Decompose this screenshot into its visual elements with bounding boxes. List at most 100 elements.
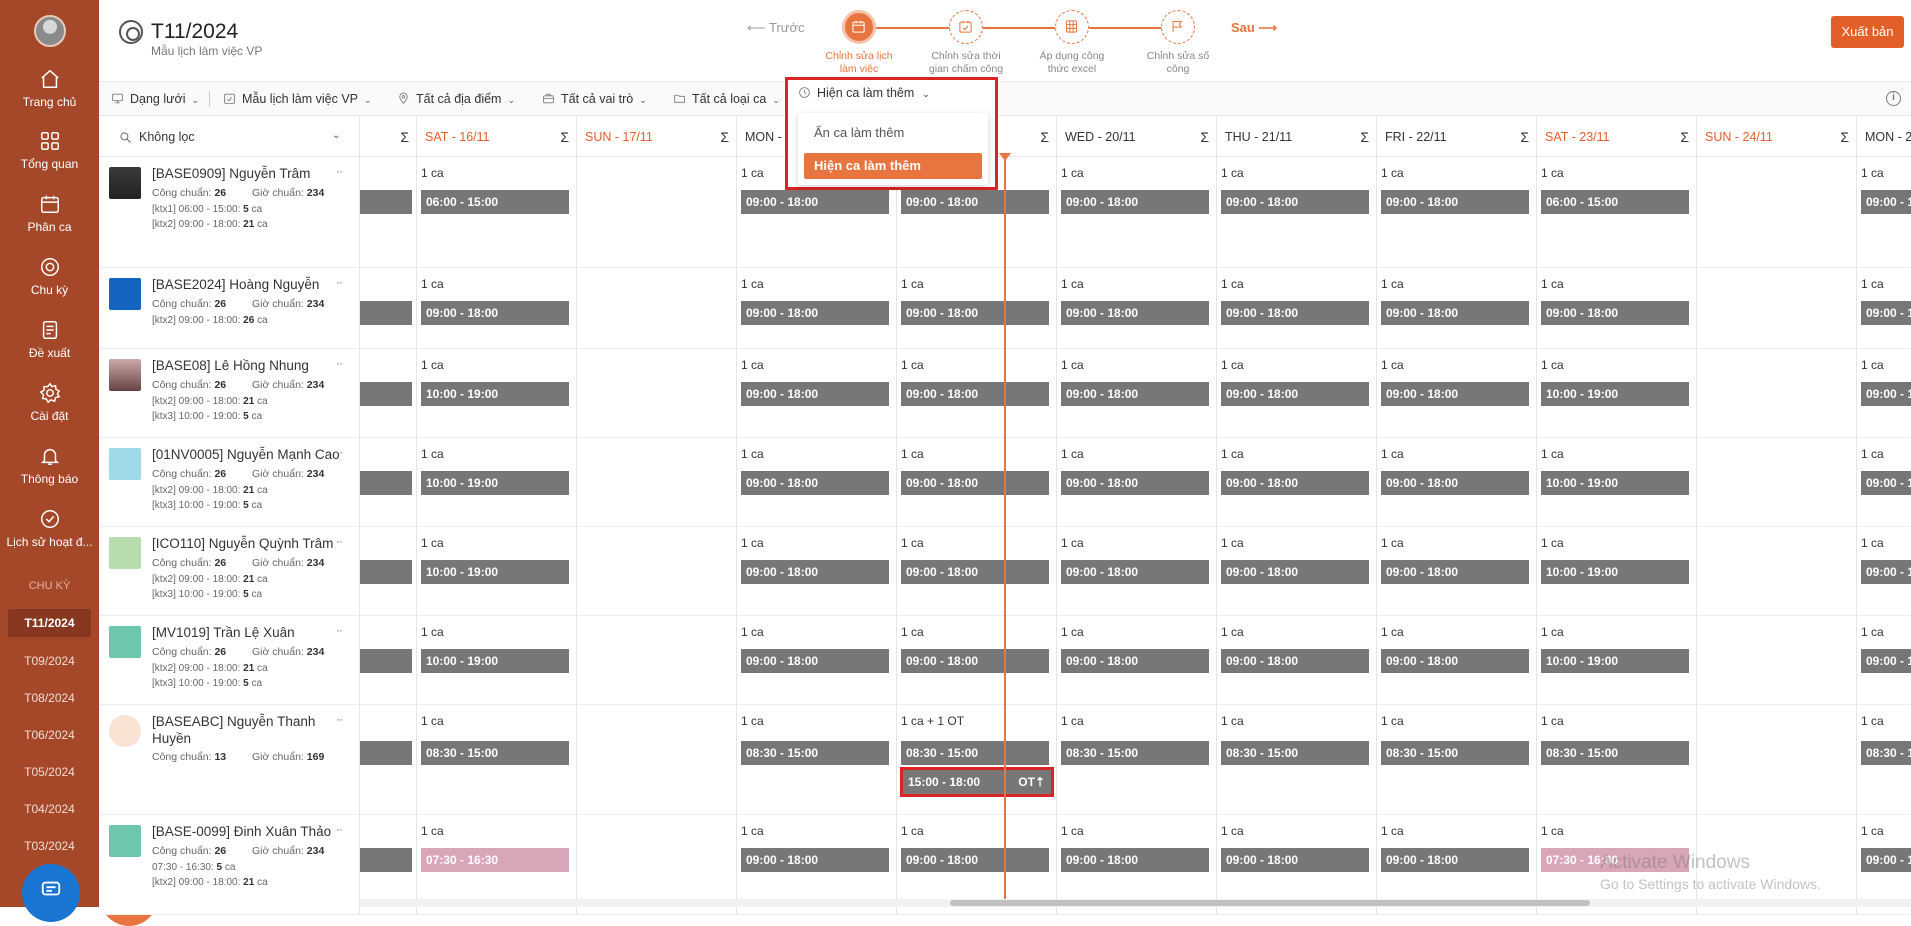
sidebar-item-activity-history[interactable]: Lịch sử hoạt đ... [0, 508, 99, 549]
shift-block[interactable] [360, 649, 412, 673]
schedule-cell[interactable] [359, 349, 416, 438]
schedule-cell[interactable]: 1 ca 09:00 - 18:00 [1856, 616, 1911, 705]
sum-icon[interactable]: Σ [400, 129, 409, 145]
employee-row[interactable]: [BASEABC] Nguyễn Thanh Huyền ·· Công chuẩn… [99, 705, 359, 815]
sidebar-item-requests[interactable]: Đề xuất [0, 319, 99, 360]
schedule-cell[interactable]: 1 ca 09:00 - 18:00 [1056, 157, 1216, 268]
shift-block[interactable]: 09:00 - 18:00 [1221, 471, 1369, 495]
shift-block[interactable]: 09:00 - 18:00 [901, 190, 1049, 214]
shift-block[interactable]: 09:00 - 18:00 [1221, 560, 1369, 584]
shift-block[interactable]: 09:00 - 18:00 [1061, 382, 1209, 406]
day-header[interactable]: MON - 25/11 [1856, 117, 1911, 157]
shift-block[interactable]: 09:00 - 18:00 [901, 471, 1049, 495]
schedule-cell[interactable]: 1 ca 08:30 - 15:00 [1376, 705, 1536, 815]
schedule-cell[interactable] [1696, 349, 1856, 438]
shift-block[interactable]: 09:00 - 18:00 [901, 649, 1049, 673]
step-apply-excel-formula[interactable]: Áp dụng công thức excel [1017, 10, 1127, 76]
prev-step-button[interactable]: ⟵ Trước [747, 20, 805, 36]
shift-block[interactable]: 09:00 - 18:00 [1381, 649, 1529, 673]
schedule-cell[interactable] [1696, 527, 1856, 616]
employee-name[interactable]: [ICO110] Nguyễn Quỳnh Trâm [152, 535, 352, 552]
shift-block[interactable]: 10:00 - 19:00 [1541, 471, 1689, 495]
shift-block[interactable]: 08:30 - 15:00 [1541, 741, 1689, 765]
shift-block[interactable]: 09:00 - 18:00 [1541, 301, 1689, 325]
schedule-cell[interactable] [1696, 157, 1856, 268]
shift-block[interactable]: 07:30 - 16:30 [421, 848, 569, 872]
horizontal-scrollbar[interactable] [360, 899, 1911, 907]
schedule-cell[interactable] [576, 268, 736, 349]
schedule-cell[interactable]: 1 ca 09:00 - 18:00 [1376, 268, 1536, 349]
day-header[interactable]: SUN - 24/11 Σ [1696, 117, 1856, 157]
overtime-shift-block[interactable]: 15:00 - 18:00 OT⇡ [900, 767, 1054, 797]
schedule-cell[interactable]: 1 ca 09:00 - 18:00 [736, 616, 896, 705]
schedule-cell[interactable] [576, 705, 736, 815]
period-item[interactable]: T05/2024 [0, 765, 99, 779]
shift-block[interactable]: 09:00 - 18:00 [1381, 560, 1529, 584]
shift-block[interactable]: 09:00 - 18:00 [1221, 848, 1369, 872]
employee-row[interactable]: [01NV0005] Nguyễn Mạnh Cao ·· Công chuẩn: … [99, 438, 359, 527]
shift-block[interactable]: 10:00 - 19:00 [421, 560, 569, 584]
period-item[interactable]: T09/2024 [0, 654, 99, 668]
schedule-cell[interactable]: 1 ca 10:00 - 19:00 [416, 616, 576, 705]
schedule-cell[interactable] [576, 616, 736, 705]
sidebar-item-home[interactable]: Trang chủ [0, 68, 99, 109]
shift-block[interactable]: 09:00 - 18:00 [1381, 301, 1529, 325]
shift-block[interactable] [360, 190, 412, 214]
role-dropdown[interactable]: Tất cả vai trò ⌄ [542, 82, 647, 116]
shift-block[interactable]: 09:00 - 18:00 [741, 382, 889, 406]
schedule-cell[interactable] [359, 616, 416, 705]
sidebar-item-shifts[interactable]: Phân ca [0, 193, 99, 234]
shift-block[interactable]: 08:30 - 15:00 [1061, 741, 1209, 765]
chat-button[interactable] [22, 864, 80, 922]
schedule-cell[interactable]: 1 ca 09:00 - 18:00 [1856, 527, 1911, 616]
sidebar-item-settings[interactable]: Cài đặt [0, 382, 99, 423]
schedule-cell[interactable]: 1 ca 09:00 - 18:00 [1056, 268, 1216, 349]
schedule-cell[interactable]: 1 ca 08:30 - 15:00 [736, 705, 896, 815]
shift-block[interactable]: 10:00 - 19:00 [1541, 649, 1689, 673]
shift-block[interactable] [360, 848, 412, 872]
shift-block[interactable]: 06:00 - 15:00 [1541, 190, 1689, 214]
overtime-dropdown[interactable]: Hiện ca làm thêm ⌄ [798, 86, 930, 100]
shift-block[interactable] [360, 301, 412, 325]
schedule-cell[interactable]: 1 ca 09:00 - 18:00 [736, 349, 896, 438]
period-item-active[interactable]: T11/2024 [8, 609, 91, 637]
schedule-cell[interactable] [1696, 705, 1856, 815]
shift-block[interactable]: 09:00 - 18:00 [741, 649, 889, 673]
shift-block[interactable]: 09:00 - 18:00 [901, 382, 1049, 406]
shift-block[interactable]: 09:00 - 18:00 [1381, 848, 1529, 872]
schedule-cell[interactable] [359, 705, 416, 815]
schedule-cell[interactable]: 1 ca 09:00 - 18:00 [1216, 438, 1376, 527]
sum-icon[interactable]: Σ [1200, 129, 1209, 145]
schedule-cell[interactable]: 1 ca 09:00 - 18:00 [416, 268, 576, 349]
day-header[interactable]: FRI - 22/11 Σ [1376, 117, 1536, 157]
location-dropdown[interactable]: Tất cả địa điểm ⌄ [397, 82, 515, 116]
more-icon[interactable]: ·· [336, 356, 343, 370]
schedule-cell[interactable]: 1 ca 09:00 - 18:00 [1376, 349, 1536, 438]
step-edit-workdays[interactable]: Chỉnh sửa số công [1123, 10, 1233, 76]
sum-icon[interactable]: Σ [1840, 129, 1849, 145]
publish-button[interactable]: Xuất bản [1831, 16, 1904, 48]
schedule-cell[interactable]: 1 ca 09:00 - 18:00 [1376, 616, 1536, 705]
shift-block[interactable]: 10:00 - 19:00 [1541, 382, 1689, 406]
shift-block[interactable]: 09:00 - 18:00 [901, 560, 1049, 584]
schedule-cell[interactable]: 1 ca 09:00 - 18:00 [896, 616, 1056, 705]
shift-type-dropdown[interactable]: Tất cả loại ca ⌄ [673, 82, 780, 116]
schedule-cell[interactable]: 1 ca 09:00 - 18:00 [1056, 349, 1216, 438]
shift-block[interactable]: 09:00 - 18:00 [901, 301, 1049, 325]
schedule-cell[interactable]: 1 ca 09:00 - 18:00 [1376, 438, 1536, 527]
employee-name[interactable]: [BASE2024] Hoàng Nguyễn [152, 276, 352, 293]
schedule-cell[interactable]: 1 ca 10:00 - 19:00 [416, 438, 576, 527]
more-icon[interactable]: ·· [336, 534, 343, 548]
shift-block[interactable]: 10:00 - 19:00 [1541, 560, 1689, 584]
shift-block[interactable] [360, 471, 412, 495]
schedule-cell[interactable]: 1 ca 09:00 - 18:00 [1216, 527, 1376, 616]
day-header[interactable]: THU - 21/11 Σ [1216, 117, 1376, 157]
day-header[interactable]: SAT - 23/11 Σ [1536, 117, 1696, 157]
schedule-cell[interactable]: 1 ca 08:30 - 15:00 [1536, 705, 1696, 815]
template-dropdown[interactable]: Mẫu lịch làm việc VP ⌄ [223, 82, 372, 116]
schedule-cell[interactable]: 1 ca 09:00 - 18:00 [896, 268, 1056, 349]
shift-block[interactable]: 09:00 - 18:00 [1221, 190, 1369, 214]
shift-block[interactable]: 09:00 - 18:00 [741, 560, 889, 584]
shift-block[interactable]: 09:00 - 18:00 [1861, 301, 1911, 325]
shift-block[interactable]: 09:00 - 18:00 [1381, 382, 1529, 406]
